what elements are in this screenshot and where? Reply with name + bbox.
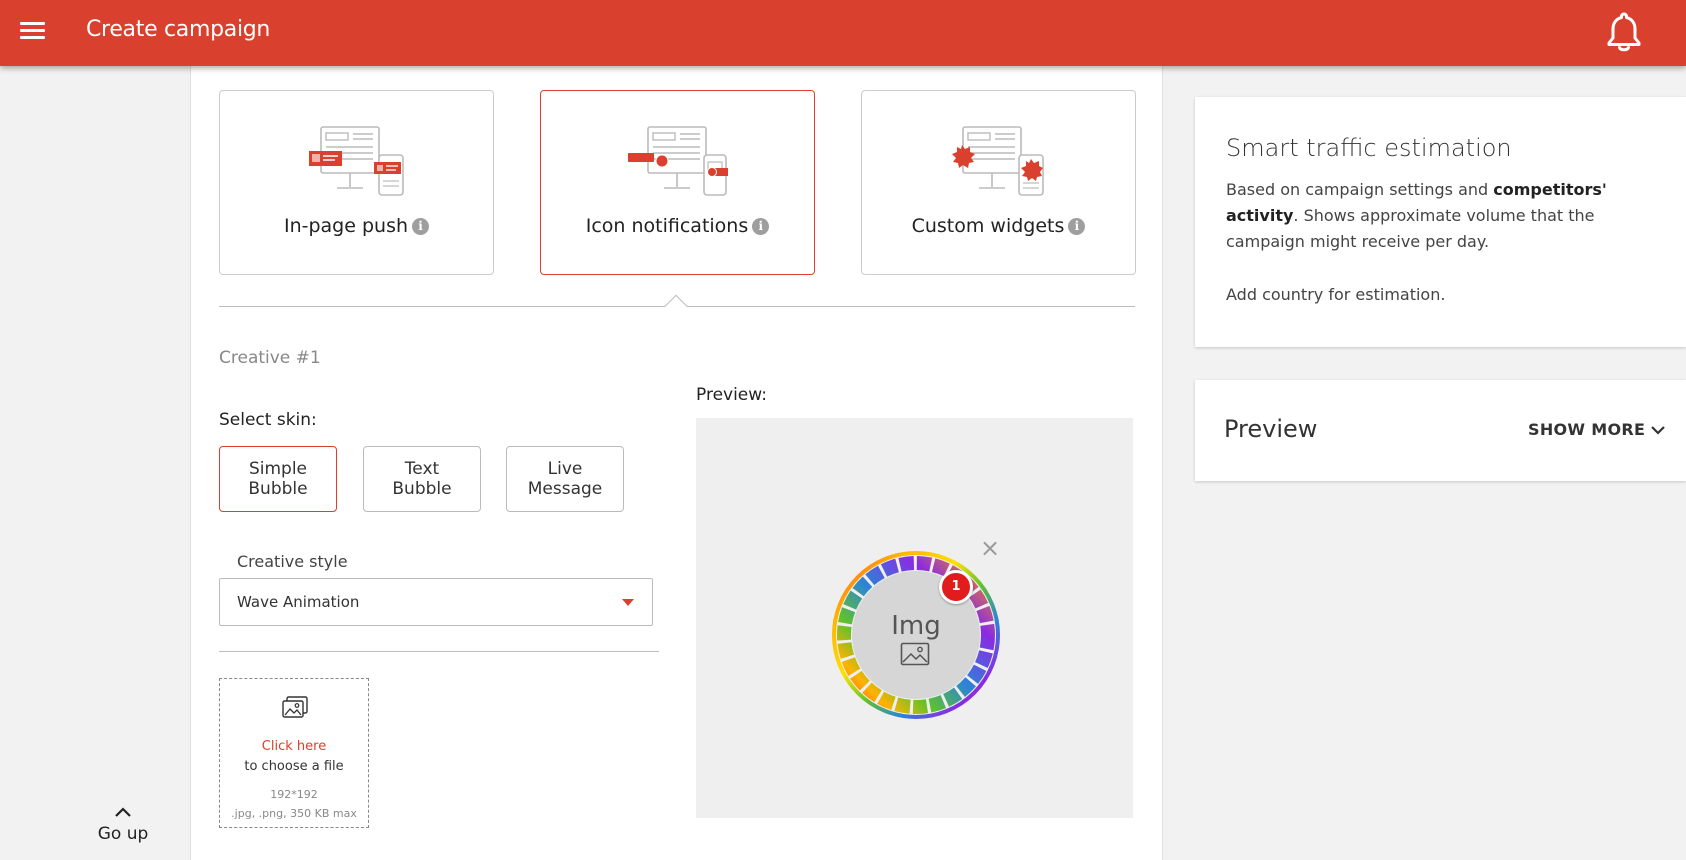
creative-preview-area: × Img 1 [696,418,1133,818]
select-skin-label: Select skin: [219,410,317,430]
skin-text-bubble-button[interactable]: Text Bubble [363,446,481,512]
top-app-bar: Create campaign [0,0,1686,66]
file-upload-dropzone[interactable]: Click here to choose a file 192*192 .jpg… [219,678,369,828]
info-icon[interactable]: i [412,218,430,235]
click-here-link[interactable]: Click here [220,739,368,754]
estimation-description: Based on campaign settings and competito… [1226,180,1607,251]
preview-panel: Preview SHOW MORE [1195,380,1686,481]
creative-style-label: Creative style [237,552,348,571]
creative-style-select[interactable]: Wave Animation [219,578,653,626]
choose-file-text: to choose a file [244,759,344,774]
caret-down-icon [622,599,634,606]
bubble-img-text: Img [891,611,941,641]
info-icon[interactable]: i [752,218,770,235]
preview-bubble: Img 1 [830,549,1002,721]
add-country-text: Add country for estimation. [1226,285,1446,304]
upload-formats: .jpg, .png, 350 KB max [231,807,357,820]
skin-live-message-button[interactable]: Live Message [506,446,624,512]
chevron-down-icon[interactable] [1650,424,1666,436]
campaign-form-panel: In-page push i Icon notifications i Cust… [190,66,1163,860]
hamburger-menu-icon[interactable] [20,20,45,42]
ad-type-label: Custom widgets [911,215,1065,237]
custom-widgets-illustration-icon [952,126,1044,196]
go-up-button[interactable]: Go up [88,806,158,856]
page-title: Create campaign [86,17,271,42]
ad-type-card-icon-notifications[interactable]: Icon notifications i [540,90,815,275]
upload-dimensions: 192*192 [270,788,318,801]
creative-style-value: Wave Animation [237,593,360,611]
image-placeholder-icon [900,642,930,666]
creative-title: Creative #1 [219,348,321,368]
selection-notch [664,294,688,318]
image-upload-icon [282,696,308,718]
in-page-push-illustration-icon [309,126,404,196]
icon-notifications-illustration-icon [628,126,728,196]
estimation-title: Smart traffic estimation [1226,134,1512,162]
go-up-label: Go up [97,824,149,844]
notification-count-badge: 1 [939,570,973,604]
ad-type-card-custom-widgets[interactable]: Custom widgets i [861,90,1136,275]
smart-traffic-estimation-panel: Smart traffic estimation Based on campai… [1195,97,1686,347]
info-icon[interactable]: i [1068,218,1086,235]
skin-simple-bubble-button[interactable]: Simple Bubble [219,446,337,512]
ad-type-label: In-page push [283,215,409,237]
chevron-up-icon [115,807,131,817]
ad-type-card-in-page-push[interactable]: In-page push i [219,90,494,275]
section-divider [219,651,659,652]
bell-icon[interactable] [1604,10,1644,54]
preview-label: Preview: [696,385,767,405]
preview-panel-title: Preview [1224,415,1318,443]
ad-type-label: Icon notifications [585,215,749,237]
show-more-button[interactable]: SHOW MORE [1528,420,1645,439]
